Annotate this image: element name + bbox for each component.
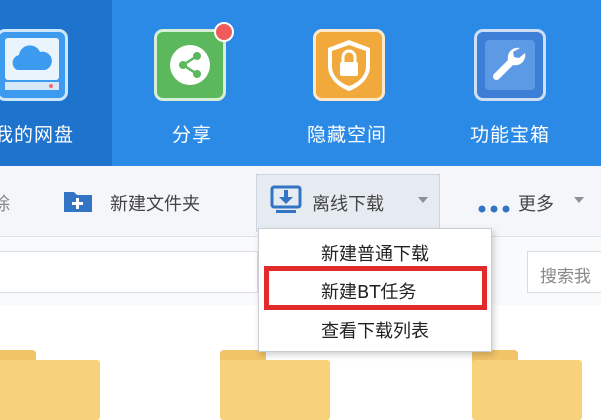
nav-item-toolbox[interactable]: 功能宝箱	[466, 0, 566, 166]
search-input[interactable]: 搜索我	[527, 251, 601, 293]
cloud-icon	[0, 29, 68, 101]
menu-item-new-normal-download[interactable]: 新建普通下载	[321, 240, 429, 266]
notification-dot	[214, 22, 234, 42]
share-icon	[154, 29, 226, 101]
top-nav: 我的网盘 分享 隐藏空间 功能宝箱	[0, 0, 601, 166]
chevron-down-icon[interactable]	[418, 197, 428, 203]
nav-label-hidden-space: 隐藏空间	[307, 124, 388, 146]
offline-download-label: 离线下载	[312, 194, 384, 215]
nav-label-share: 分享	[172, 124, 213, 146]
search-placeholder: 搜索我	[540, 267, 591, 287]
toolbar-partial-button[interactable]: 除	[0, 190, 10, 216]
highlight-annotation-box	[264, 266, 487, 310]
nav-label-toolbox: 功能宝箱	[470, 124, 551, 146]
download-icon	[270, 185, 302, 215]
more-label: 更多	[518, 194, 554, 215]
nav-item-my-drive[interactable]: 我的网盘	[0, 0, 112, 166]
new-folder-label: 新建文件夹	[110, 194, 200, 215]
folder-icon[interactable]	[472, 350, 582, 420]
lock-icon	[313, 29, 385, 101]
more-chevron-down-icon	[574, 197, 584, 203]
more-dots-icon	[478, 198, 514, 213]
address-bar[interactable]	[0, 251, 258, 293]
menu-item-view-download-list[interactable]: 查看下载列表	[321, 317, 429, 343]
folder-icon[interactable]	[220, 350, 330, 420]
nav-item-hidden-space[interactable]: 隐藏空间	[305, 0, 405, 166]
toolbar: 除 新建文件夹 离线下载 更多	[0, 166, 601, 237]
new-folder-icon	[62, 186, 94, 214]
folder-icon[interactable]	[0, 350, 100, 420]
nav-item-share[interactable]: 分享	[150, 0, 240, 166]
nav-label-my-drive: 我的网盘	[0, 124, 75, 146]
wrench-icon	[474, 29, 546, 101]
